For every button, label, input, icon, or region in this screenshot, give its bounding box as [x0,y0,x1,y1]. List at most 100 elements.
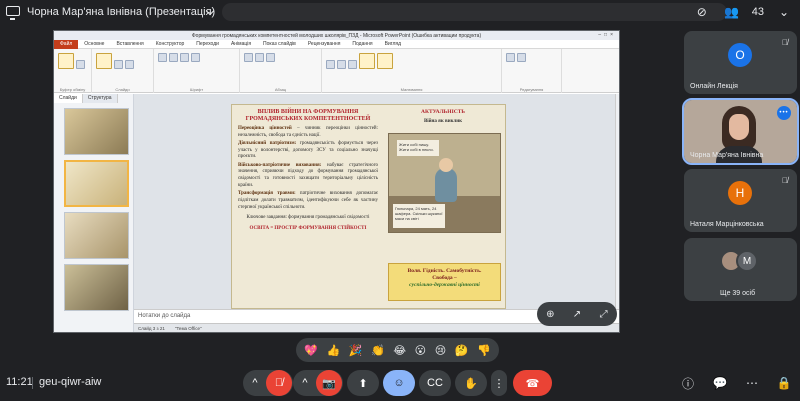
reactions-bar: 💖 👍 🎉 👏 😂 😮 😢 🤔 👎 [296,338,499,362]
numbering-icon[interactable] [255,53,264,62]
meeting-code: geu-qiwr-aiw [39,376,102,388]
reaction-sad[interactable]: 😢 [435,344,446,357]
tab-vyhlyad[interactable]: Вигляд [379,41,407,47]
bold-icon[interactable] [158,53,167,62]
reaction-thumbs-up[interactable]: 👍 [327,344,341,357]
info-icon[interactable]: ⓘ [678,373,698,393]
avatar-group: M [720,250,758,272]
ribbon-group-font: Шрифт [154,49,240,93]
participant-count: 43 [751,6,764,18]
avatar: Н [728,181,752,205]
more-participants-tile[interactable]: M Ще 39 осіб [684,238,797,301]
actuality-heading: АКТУАЛЬНІСТЬ [420,109,466,115]
reaction-thumbs-down[interactable]: 👎 [477,344,491,357]
presentation-icon [6,6,20,20]
current-slide[interactable]: ВПЛИВ ВІЙНИ НА ФОРМУВАННЯ ГРОМАДЯНСЬКИХ … [231,104,506,309]
zoom-icon[interactable]: ⊕ [540,304,560,324]
participant-tile[interactable]: 🎙̸ Н Наталя Марцінковська [684,169,797,232]
reaction-clap[interactable]: 👏 [371,344,385,357]
term: Переоцінка цінностей [238,125,292,131]
fullscreen-icon[interactable]: ⤢ [594,304,614,324]
share-controls: ⊕ ↗ ⤢ [537,302,617,326]
paste-icon[interactable] [58,53,74,69]
slide-thumbnail[interactable] [64,212,129,259]
chevron-down-icon[interactable]: ⌄ [774,2,794,22]
participant-tile[interactable]: 🎙̸ О Онлайн Лекція [684,31,797,94]
tab-transitions[interactable]: Переходи [190,41,225,47]
values-line: суспільно-державні цінності [409,282,480,289]
cut-icon[interactable] [76,60,85,69]
underline-icon[interactable] [180,53,189,62]
term: Трансформація травми: [238,191,296,197]
shape-icon[interactable] [326,60,335,69]
tab-file[interactable]: Файл [54,39,79,49]
captions-button[interactable]: CC [419,370,451,396]
slide-paragraph: Військово-патріотичне виховання: набуває… [238,163,378,190]
bullets-icon[interactable] [244,53,253,62]
tab-home[interactable]: Основне [78,41,110,47]
slide-paragraph: Трансформація травми: патріотичне вихова… [238,191,378,211]
ppt-window-title: Формування громадянських компетентностей… [54,31,619,40]
reset-icon[interactable] [125,60,134,69]
shape-icon[interactable] [348,60,357,69]
chevron-up-icon[interactable]: ^ [294,377,316,389]
tab-view[interactable]: Подання [346,41,378,47]
reactions-button[interactable]: ☺ [383,370,415,396]
ribbon-group-drawing: Малювання [322,49,502,93]
tab-design[interactable]: Конструктор [150,41,191,47]
chat-icon[interactable]: 💬 [710,373,730,393]
vertical-scrollbar[interactable] [615,94,619,309]
find-icon[interactable] [506,53,515,62]
lock-icon[interactable]: 🔒 [774,373,794,393]
participant-tile-video[interactable]: ••• Чорна Мар'яна Івнівна [682,98,799,165]
align-icon[interactable] [266,53,275,62]
reaction-laugh[interactable]: 😂 [393,344,406,357]
tab-slideshow[interactable]: Показ слайдів [257,41,302,47]
activities-icon[interactable]: ⋯ [742,373,762,393]
arrange-icon[interactable] [359,53,375,69]
bottom-bar: 11:21 geu-qiwr-aiw ^ 🎙̸ ^ 📷 ⬆ ☺ CC ✋ ⋮ ☎… [0,365,800,401]
top-bar: Чорна Мар'яна Івнівна (Презентація) ⊘ 👥 … [0,0,800,26]
reaction-thinking[interactable]: 🤔 [455,344,469,357]
people-icon[interactable]: 👥 [722,2,742,22]
slide-thumbnails: Слайди Структура [54,94,134,332]
tab-insert[interactable]: Вставлення [110,41,149,47]
shape-icon[interactable] [337,60,346,69]
reaction-surprised[interactable]: 😮 [415,344,426,357]
replace-icon[interactable] [517,53,526,62]
thumb-tabs: Слайди Структура [54,94,133,103]
tab-animations[interactable]: Анімація [225,41,257,47]
camera-off-button[interactable]: 📷 [316,370,342,396]
quick-styles-icon[interactable] [377,53,393,69]
italic-icon[interactable] [169,53,178,62]
slide-thumbnail-selected[interactable] [64,160,129,207]
divider [32,377,33,389]
speaking-indicator-icon: ••• [777,106,791,120]
tab-outline[interactable]: Структура [82,94,118,103]
more-options-button[interactable]: ⋮ [491,370,507,396]
end-call-button[interactable]: ☎ [513,370,552,396]
video-face [729,114,749,140]
present-button[interactable]: ⬆ [347,370,379,396]
slide-thumbnail[interactable] [64,264,129,311]
tab-review[interactable]: Рецензування [302,41,347,47]
tab-slides[interactable]: Слайди [54,94,83,103]
new-slide-icon[interactable] [96,53,112,69]
top-right-icons: ⊘ 👥 43 ⌄ [692,2,794,22]
avatar: О [728,43,752,67]
presentation-bar [222,3,727,21]
camera-off-icon[interactable]: ⊘ [692,2,712,22]
reaction-heart[interactable]: 💖 [304,344,318,357]
mic-off-button[interactable]: 🎙̸ [266,370,292,396]
raise-hand-button[interactable]: ✋ [455,370,487,396]
reaction-party[interactable]: 🎉 [349,344,363,357]
group-label: Слайди [115,87,130,92]
layout-icon[interactable] [114,60,123,69]
chevron-up-icon[interactable]: ^ [244,377,266,389]
pop-out-icon[interactable]: ↗ [567,304,587,324]
group-label: Малювання [400,87,423,92]
font-color-icon[interactable] [191,53,200,62]
slide-paragraph: Діяльнісний патріотизм: громадянськість … [238,141,378,161]
slide-paragraph: Переоцінка цінностей – чинник переоцінки… [238,126,378,140]
slide-thumbnail[interactable] [64,108,129,155]
